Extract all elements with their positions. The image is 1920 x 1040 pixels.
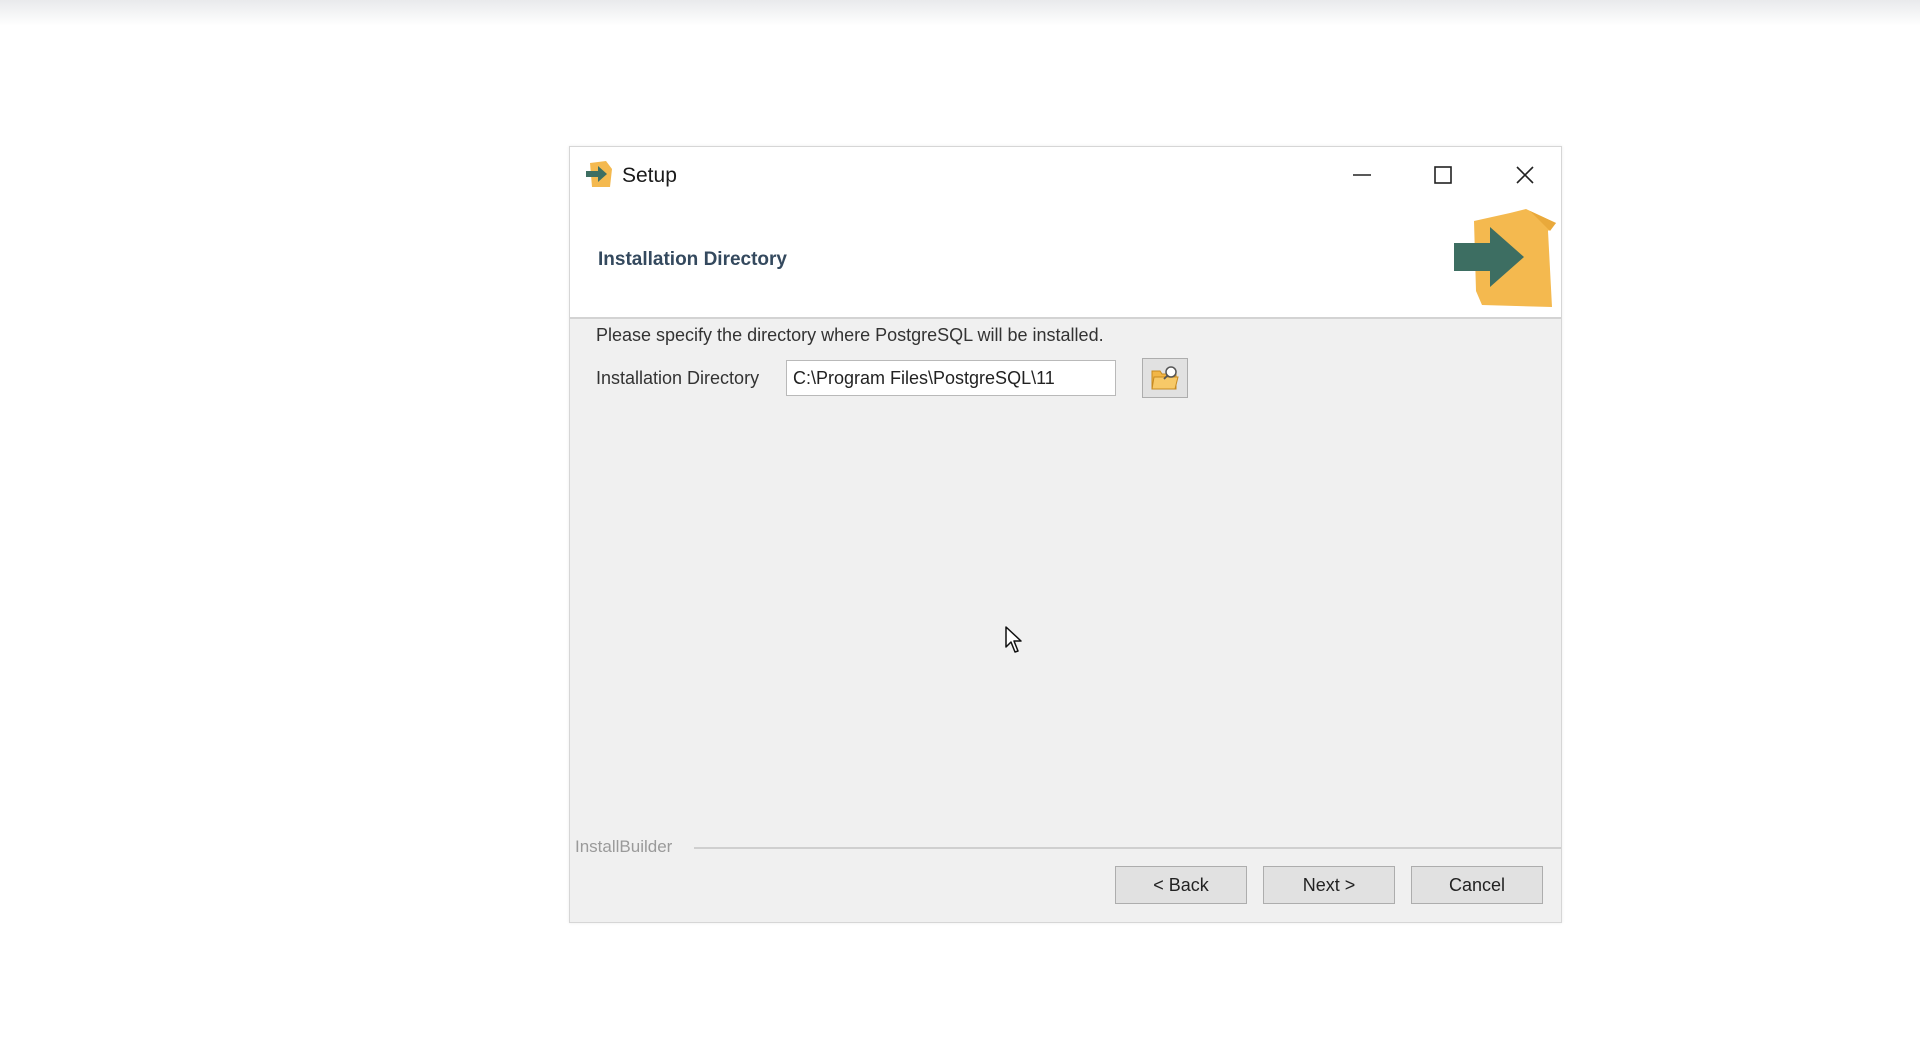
screen-top-shade xyxy=(0,0,1920,26)
page-title: Installation Directory xyxy=(598,249,787,270)
maximize-button[interactable] xyxy=(1403,147,1483,203)
window-title: Setup xyxy=(622,164,677,187)
installation-directory-input[interactable] xyxy=(786,360,1116,396)
close-button[interactable] xyxy=(1485,147,1565,203)
minimize-icon xyxy=(1353,174,1371,176)
footer-divider xyxy=(694,847,1561,849)
cancel-button[interactable]: Cancel xyxy=(1411,866,1543,904)
back-button[interactable]: < Back xyxy=(1115,866,1247,904)
setup-window: Setup Installation Directory Please spec… xyxy=(569,146,1562,923)
installbuilder-brand: InstallBuilder xyxy=(575,837,673,856)
wizard-header: Setup Installation Directory xyxy=(570,147,1561,319)
instruction-text: Please specify the directory where Postg… xyxy=(596,325,1104,345)
title-bar[interactable]: Setup xyxy=(570,147,1561,203)
browse-folder-button[interactable] xyxy=(1142,358,1188,398)
mouse-cursor-icon xyxy=(1005,626,1022,653)
installer-logo-icon xyxy=(1454,209,1556,307)
folder-open-icon xyxy=(1151,366,1179,390)
next-button[interactable]: Next > xyxy=(1263,866,1395,904)
close-icon xyxy=(1516,166,1534,184)
setup-app-icon xyxy=(586,161,612,187)
minimize-button[interactable] xyxy=(1322,147,1402,203)
maximize-icon xyxy=(1434,166,1452,184)
installation-directory-label: Installation Directory xyxy=(596,368,760,388)
